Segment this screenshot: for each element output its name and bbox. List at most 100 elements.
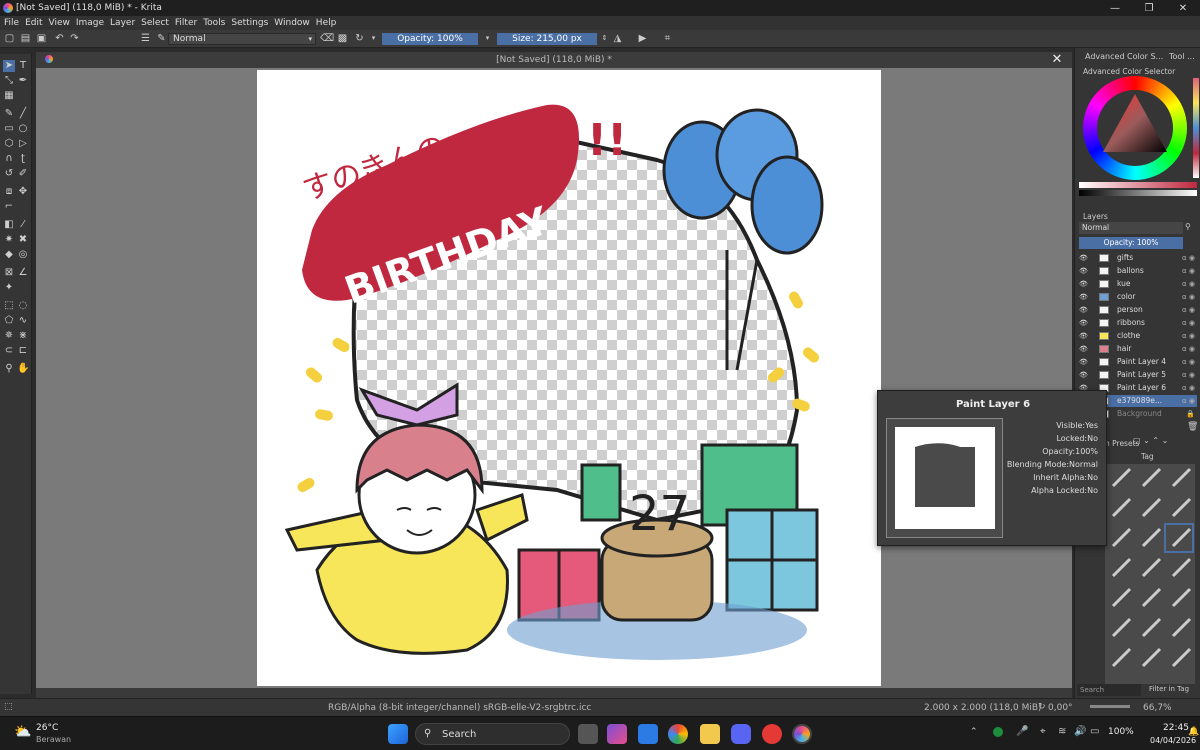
- close-window-button[interactable]: ✕: [1166, 0, 1200, 16]
- file-explorer-icon[interactable]: [700, 724, 720, 744]
- undo-icon[interactable]: ↶: [54, 33, 65, 44]
- eye-icon[interactable]: 👁: [1079, 278, 1088, 290]
- menu-edit[interactable]: Edit: [25, 18, 42, 28]
- ellipse-tool-icon[interactable]: ○: [17, 123, 29, 135]
- assistant-editor-tool-icon[interactable]: ⊠: [3, 267, 15, 279]
- mirror-vertical-icon[interactable]: ▶: [637, 33, 648, 44]
- krita-taskbar-icon[interactable]: [792, 724, 812, 744]
- tab-advanced-color-selector[interactable]: Advanced Color S...: [1085, 50, 1163, 64]
- freehand-select-tool-icon[interactable]: ∿: [17, 315, 29, 327]
- rect-select-tool-icon[interactable]: ⬚: [3, 300, 15, 312]
- weather-icon[interactable]: ⛅: [14, 724, 31, 740]
- microphone-icon[interactable]: 🎤: [1016, 726, 1028, 737]
- multibrush-tool-icon[interactable]: ✐: [17, 168, 29, 180]
- filter-in-tag-checkbox[interactable]: Filter in Tag: [1149, 685, 1189, 693]
- reload-preset-icon[interactable]: ↻: [354, 33, 365, 44]
- polygon-tool-icon[interactable]: ⬡: [3, 138, 15, 150]
- rotate-icon[interactable]: ↻: [1038, 702, 1046, 712]
- contiguous-select-tool-icon[interactable]: ✵: [3, 330, 15, 342]
- freehand-path-tool-icon[interactable]: ʈ: [17, 153, 29, 165]
- smart-patch-tool-icon[interactable]: ✷: [3, 234, 15, 246]
- layer-props-icon[interactable]: α ◉: [1182, 291, 1195, 303]
- bezier-select-tool-icon[interactable]: ⊂: [3, 345, 15, 357]
- start-button[interactable]: [388, 724, 408, 744]
- wifi-icon[interactable]: ≋: [1058, 726, 1066, 737]
- zoom-slider[interactable]: [1090, 705, 1130, 708]
- brush-search-input[interactable]: Search: [1077, 684, 1141, 696]
- brush-settings-icon[interactable]: ☰: [140, 33, 151, 44]
- layer-props-icon[interactable]: α ◉: [1182, 395, 1195, 407]
- select-shapes-tool-icon[interactable]: ➤: [3, 60, 15, 72]
- ellipse-select-tool-icon[interactable]: ◌: [17, 300, 29, 312]
- assistant-tool-icon[interactable]: ▦: [3, 90, 15, 102]
- document-tab[interactable]: [Not Saved] (118,0 MiB) *: [36, 52, 1072, 68]
- eye-icon[interactable]: 👁: [1079, 330, 1088, 342]
- layer-row[interactable]: 👁 ballons α ◉: [1079, 265, 1197, 277]
- menu-file[interactable]: File: [4, 18, 19, 28]
- layer-props-icon[interactable]: α ◉: [1182, 304, 1195, 316]
- layer-opacity-slider[interactable]: Opacity: 100%: [1079, 237, 1183, 249]
- layer-props-icon[interactable]: α ◉: [1182, 343, 1195, 355]
- layer-row[interactable]: 👁 ribbons α ◉: [1079, 317, 1197, 329]
- tag-select[interactable]: Tag: [1141, 452, 1154, 461]
- polygon-select-tool-icon[interactable]: ⬠: [3, 315, 15, 327]
- drawing-canvas[interactable]: BIRTHDAY すのきんの !! 27: [257, 70, 881, 686]
- color-history-strip[interactable]: [1193, 78, 1199, 178]
- wrap-around-icon[interactable]: ⌗: [662, 33, 673, 44]
- eye-icon[interactable]: 👁: [1079, 343, 1088, 355]
- crop-tool-icon[interactable]: ⌐: [3, 201, 15, 213]
- tray-chevron-icon[interactable]: ⌃: [970, 727, 978, 737]
- layer-row[interactable]: 👁 person α ◉: [1079, 304, 1197, 316]
- menu-tools[interactable]: Tools: [203, 18, 225, 28]
- hue-slider[interactable]: [1079, 182, 1197, 188]
- menu-settings[interactable]: Settings: [231, 18, 268, 28]
- transform-tool-icon[interactable]: ⧈: [3, 186, 15, 198]
- menu-select[interactable]: Select: [141, 18, 169, 28]
- menu-image[interactable]: Image: [76, 18, 104, 28]
- eye-icon[interactable]: 👁: [1079, 369, 1088, 381]
- eye-icon[interactable]: 👁: [1079, 356, 1088, 368]
- layer-props-icon[interactable]: α ◉: [1182, 265, 1195, 277]
- selection-icon[interactable]: ⬚: [4, 702, 13, 712]
- edit-shapes-tool-icon[interactable]: ⤡: [3, 75, 15, 87]
- layer-row[interactable]: 👁 color α ◉: [1079, 291, 1197, 303]
- save-document-icon[interactable]: ▣: [36, 33, 47, 44]
- color-picker-tool-icon[interactable]: ⁄: [17, 219, 29, 231]
- eye-icon[interactable]: 👁: [1079, 265, 1088, 277]
- brush-size-slider[interactable]: Size: 215,00 px: [497, 33, 597, 45]
- saturation-slider[interactable]: [1079, 190, 1197, 196]
- text-tool-icon[interactable]: T: [17, 60, 29, 72]
- layer-row[interactable]: 👁 gifts α ◉: [1079, 252, 1197, 264]
- spin-arrows-icon[interactable]: ⇕: [599, 33, 610, 44]
- layer-props-icon[interactable]: α ◉: [1182, 252, 1195, 264]
- battery-icon[interactable]: ▭: [1090, 726, 1099, 737]
- calligraphy-tool-icon[interactable]: ✒: [17, 75, 29, 87]
- chrome-icon[interactable]: [668, 724, 688, 744]
- reference-images-tool-icon[interactable]: ✦: [3, 282, 15, 294]
- new-document-icon[interactable]: ▢: [4, 33, 15, 44]
- location-icon[interactable]: ⌖: [1040, 726, 1046, 737]
- eye-icon[interactable]: 👁: [1079, 291, 1088, 303]
- menu-filter[interactable]: Filter: [175, 18, 197, 28]
- eye-icon[interactable]: 👁: [1079, 252, 1088, 264]
- minimize-button[interactable]: —: [1098, 0, 1132, 16]
- lock-icon[interactable]: 🔒: [1186, 408, 1195, 420]
- pattern-fill-tool-icon[interactable]: ◎: [17, 249, 29, 261]
- colorize-mask-tool-icon[interactable]: ✖: [17, 234, 29, 246]
- pan-tool-icon[interactable]: ✋: [17, 363, 29, 375]
- menu-window[interactable]: Window: [274, 18, 310, 28]
- freehand-brush-tool-icon[interactable]: ✎: [3, 108, 15, 120]
- layer-props-icon[interactable]: α ◉: [1182, 356, 1195, 368]
- brush-preset-icon[interactable]: ✎: [156, 33, 167, 44]
- chevron-down-icon[interactable]: ▾: [368, 33, 379, 44]
- layer-props-icon[interactable]: α ◉: [1182, 382, 1195, 394]
- zoom-tool-icon[interactable]: ⚲: [3, 363, 15, 375]
- dynamic-brush-tool-icon[interactable]: ↺: [3, 168, 15, 180]
- eye-icon[interactable]: 👁: [1079, 304, 1088, 316]
- chevron-down-icon[interactable]: ▾: [482, 33, 493, 44]
- close-document-button[interactable]: ✕: [1050, 53, 1064, 67]
- layer-props-icon[interactable]: α ◉: [1182, 369, 1195, 381]
- delete-layer-icon[interactable]: 🗑: [1187, 422, 1198, 432]
- layer-props-icon[interactable]: α ◉: [1182, 330, 1195, 342]
- layer-row[interactable]: 👁 Paint Layer 5α ◉: [1079, 369, 1197, 381]
